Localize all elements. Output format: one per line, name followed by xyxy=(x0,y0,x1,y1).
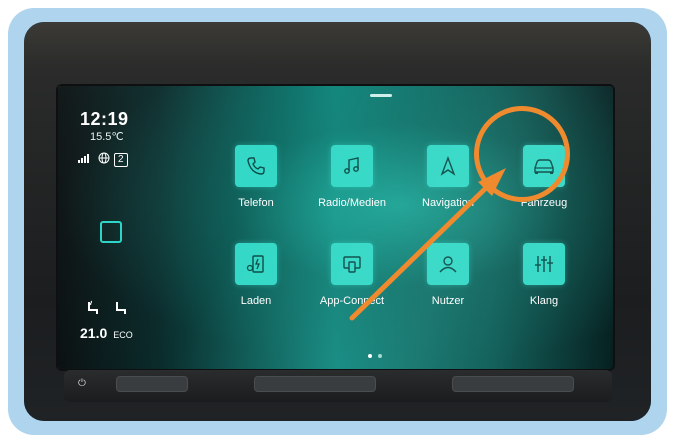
app-tile-klang[interactable]: Klang xyxy=(499,243,589,307)
annotation-highlight-circle xyxy=(474,106,570,202)
music-note-icon xyxy=(331,145,373,187)
page-dot[interactable] xyxy=(378,354,382,358)
pull-down-handle[interactable] xyxy=(370,94,392,97)
seat-heating-icon[interactable] xyxy=(86,300,100,321)
charging-icon xyxy=(235,243,277,285)
app-label-navigation: Navigation xyxy=(422,197,474,209)
app-tile-nutzer[interactable]: Nutzer xyxy=(403,243,493,307)
equalizer-icon xyxy=(523,243,565,285)
photo-frame: 12:19 15.5℃ 2 21.0 ECO Telefon Radio/Med… xyxy=(24,22,651,421)
user-icon xyxy=(427,243,469,285)
phone-icon xyxy=(235,145,277,187)
signal-icon xyxy=(78,153,94,166)
app-tile-radio-medien[interactable]: Radio/Medien xyxy=(307,145,397,209)
app-label-app-connect: App-Connect xyxy=(319,295,385,307)
console-slider-center[interactable] xyxy=(254,376,376,392)
app-label-radio-medien: Radio/Medien xyxy=(318,197,386,209)
climate-console: ⏻ xyxy=(64,370,612,402)
console-slider-left[interactable] xyxy=(116,376,188,392)
navigation-arrow-icon xyxy=(427,145,469,187)
outside-temperature: 15.5℃ xyxy=(90,131,124,143)
clock: 12:19 xyxy=(80,109,129,129)
app-tile-laden[interactable]: Laden xyxy=(211,243,301,307)
cabin-temperature[interactable]: 21.0 xyxy=(80,325,107,341)
app-label-laden: Laden xyxy=(240,295,272,307)
app-connect-icon xyxy=(331,243,373,285)
notification-badge[interactable]: 2 xyxy=(114,152,128,167)
page-dot[interactable] xyxy=(368,354,372,358)
climate-control: 21.0 ECO xyxy=(80,300,133,343)
app-label-klang: Klang xyxy=(529,295,559,307)
climate-mode[interactable]: ECO xyxy=(113,330,133,340)
app-label-telefon: Telefon xyxy=(238,197,274,209)
app-label-nutzer: Nutzer xyxy=(431,295,465,307)
app-tile-telefon[interactable]: Telefon xyxy=(211,145,301,209)
power-icon[interactable]: ⏻ xyxy=(78,378,86,389)
page-indicator xyxy=(368,354,382,358)
seat-ventilation-icon[interactable] xyxy=(114,300,128,321)
home-button[interactable] xyxy=(100,221,122,243)
console-slider-right[interactable] xyxy=(452,376,574,392)
network-status: 2 xyxy=(78,152,128,167)
globe-icon xyxy=(98,152,110,167)
app-tile-app-connect[interactable]: App-Connect xyxy=(307,243,397,307)
